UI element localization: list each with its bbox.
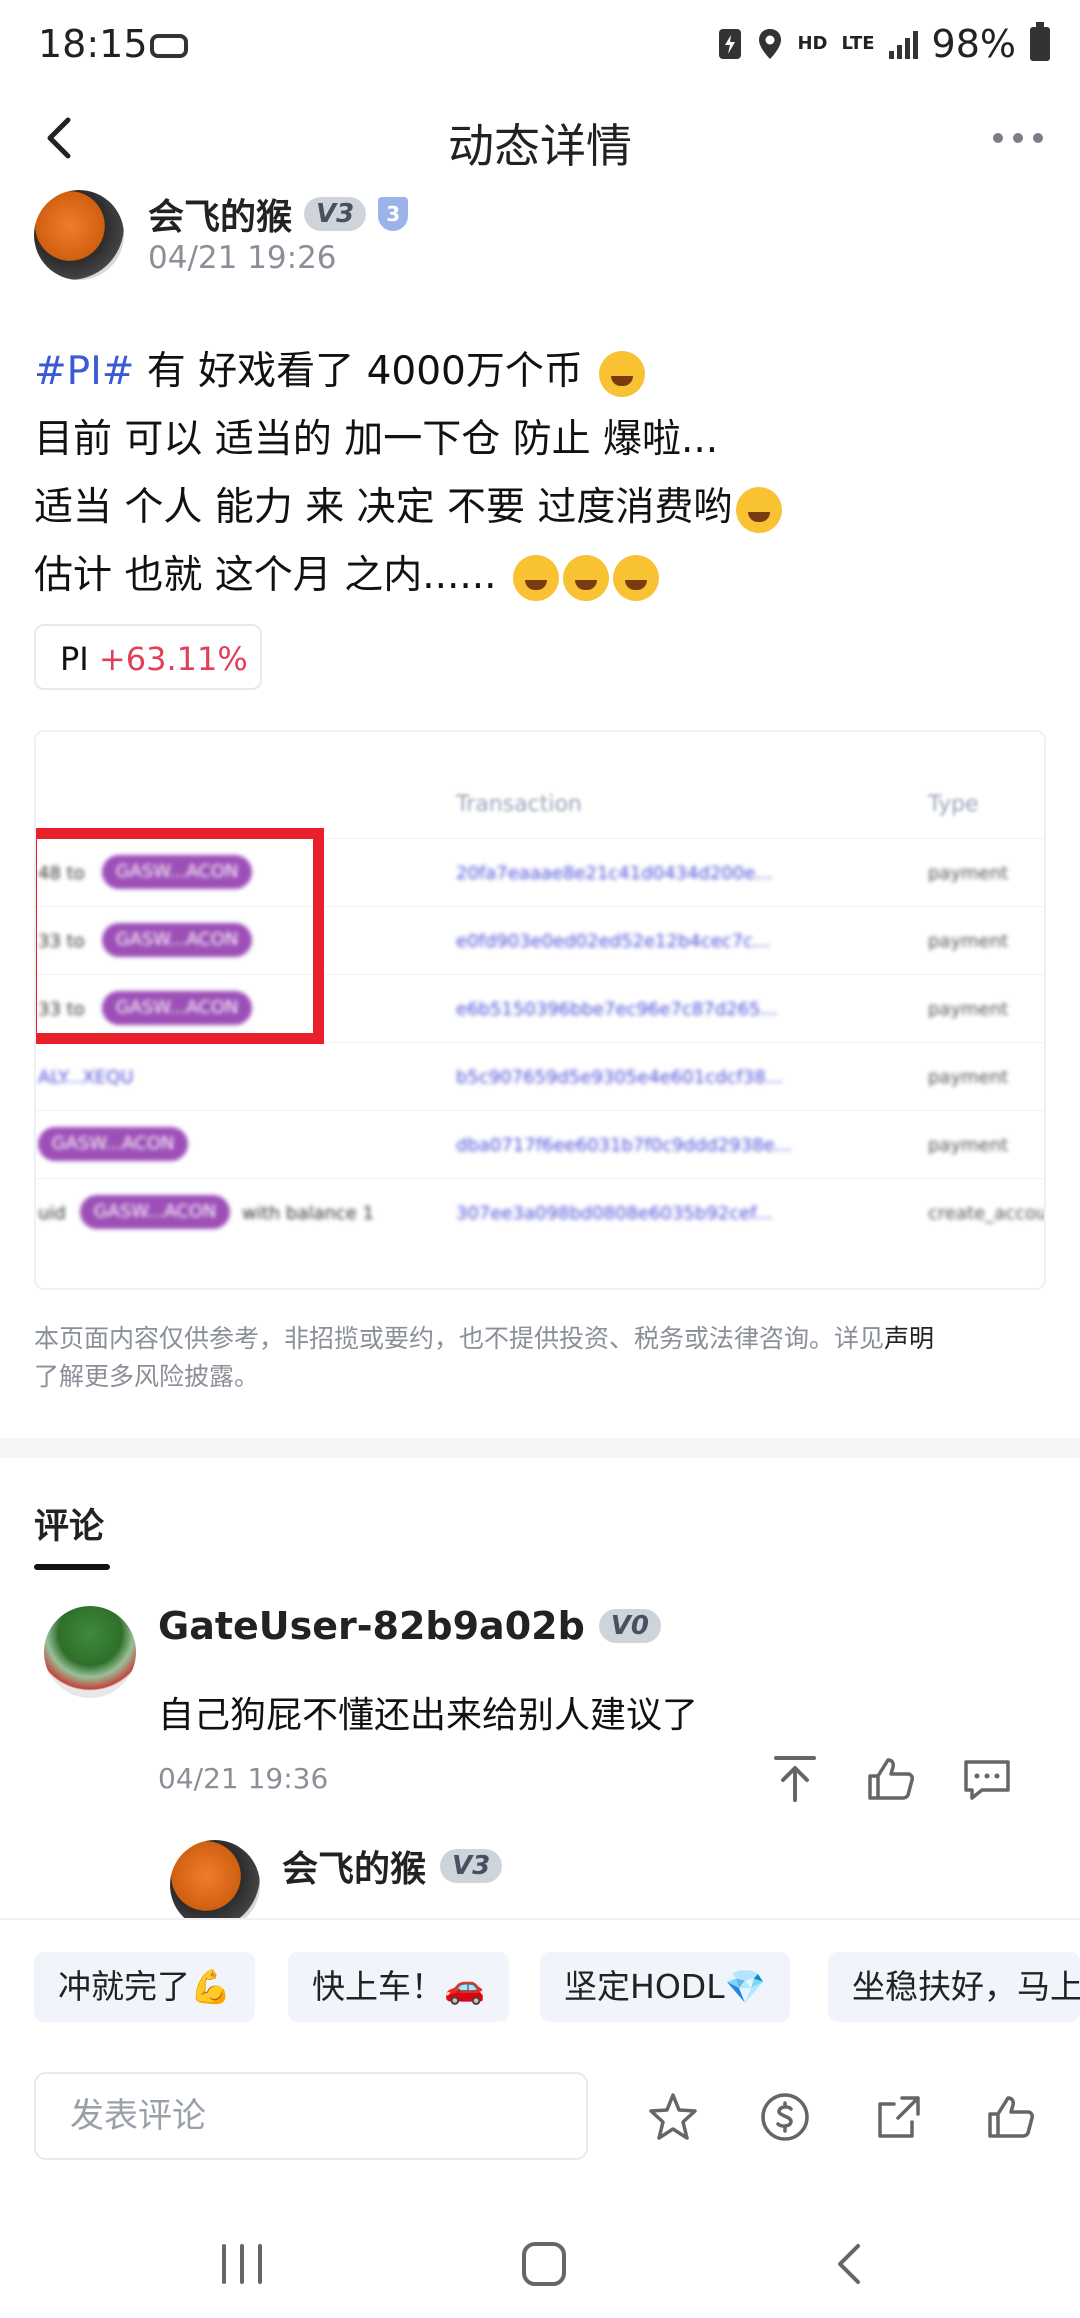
post-line-2: 目前 可以 适当的 加一下仓 防止 爆啦... — [34, 417, 719, 462]
reply-row: 会飞的猴 V3 — [282, 1840, 503, 1892]
location-icon — [759, 29, 782, 59]
more-options-icon[interactable] — [990, 128, 1046, 148]
hugging-emoji-icon — [562, 554, 609, 601]
reply-vip-badge: V3 — [440, 1849, 503, 1883]
comment-text: 自己狗屁不懂还出来给别人建议了 — [158, 1695, 699, 1736]
row-account-pill: GASW...ACON — [38, 1127, 188, 1161]
home-icon[interactable] — [516, 2240, 572, 2288]
disclaimer: 本页面内容仅供参考，非招揽或要约，也不提供投资、税务或法律咨询。详见声明 了解更… — [34, 1320, 1046, 1396]
commenter-avatar[interactable] — [44, 1606, 136, 1698]
system-nav-bar — [0, 2200, 1080, 2316]
post-line-3: 适当 个人 能力 来 决定 不要 过度消费哟 — [34, 476, 783, 533]
post-line-1: #PI# 有 好戏看了 4000万个币 — [34, 340, 646, 397]
author-name[interactable]: 会飞的猴 — [148, 188, 292, 240]
author-avatar[interactable] — [34, 190, 124, 280]
image-row: uid GASW...ACON with balance 1 307ee3a09… — [36, 1178, 1046, 1247]
coin-change: +63.11% — [98, 640, 248, 678]
highlight-box — [36, 828, 324, 1044]
tab-underline — [34, 1564, 110, 1570]
share-icon[interactable] — [872, 2090, 926, 2144]
row-hash: b5c907659d5e9305e4e601cdcf38... — [456, 1067, 783, 1088]
status-bar: 18:15 HD LTE 98% — [0, 0, 1080, 92]
commenter-name[interactable]: GateUser-82b9a02b — [158, 1604, 585, 1648]
reply-avatar[interactable] — [170, 1840, 260, 1930]
page-title: 动态详情 — [448, 119, 632, 173]
quick-reply-chip[interactable]: 快上车！🚗 — [288, 1952, 510, 2022]
recent-apps-icon[interactable] — [214, 2240, 270, 2288]
like-icon[interactable] — [864, 1752, 918, 1806]
post-line-4: 估计 也就 这个月 之内...... — [34, 544, 659, 601]
status-icons: HD LTE 98% — [717, 22, 1050, 66]
star-icon[interactable] — [646, 2090, 700, 2144]
reply-author-name[interactable]: 会飞的猴 — [282, 1840, 426, 1892]
quick-reply-chip[interactable]: 坐稳扶好，马上 — [828, 1952, 1080, 2022]
tears-of-joy-emoji-icon — [736, 486, 783, 533]
battery-saver-icon — [719, 29, 742, 59]
row-suffix: with balance 1 — [242, 1203, 374, 1224]
author-name-row: 会飞的猴 V3 3 — [148, 188, 409, 240]
post-image[interactable]: Transaction Type 48 to GASW...ACON 20fa7… — [34, 730, 1046, 1290]
disclaimer-tail: 了解更多风险披露。 — [34, 1362, 260, 1391]
row-type: payment — [928, 931, 1009, 952]
pin-top-icon[interactable] — [768, 1752, 822, 1806]
lte-indicator: LTE — [841, 33, 875, 54]
commenter-vip-badge: V0 — [598, 1609, 661, 1643]
post-text-3: 适当 个人 能力 来 决定 不要 过度消费哟 — [34, 485, 733, 530]
status-time: 18:15 — [38, 22, 148, 66]
post-text-4: 估计 也就 这个月 之内...... — [34, 553, 497, 598]
grinning-emoji-icon — [599, 350, 646, 397]
author-vip-badge: V3 — [304, 197, 367, 231]
author-level-badge: 3 — [378, 197, 409, 231]
quick-reply-chip[interactable]: 冲就完了💪 — [34, 1952, 256, 2022]
row-hash: dba0717f6ee6031b7f0c9ddd2938e... — [456, 1135, 792, 1156]
battery-icon — [1030, 22, 1050, 61]
row-account-pill: GASW...ACON — [80, 1195, 230, 1229]
row-hash: e0fd903e0ed02ed52e12b4cec7c... — [456, 931, 771, 952]
hugging-emoji-icon — [612, 554, 659, 601]
row-hash: 307ee3a098bd0808e6035b92cef... — [456, 1203, 773, 1224]
post-time: 04/21 19:26 — [148, 240, 337, 276]
battery-percent: 98% — [931, 22, 1016, 66]
signal-icon — [888, 29, 918, 59]
row-hash: 20fa7eaaae8e21c41d0434d200e... — [456, 863, 773, 884]
hashtag-link[interactable]: #PI# — [34, 349, 134, 394]
row-type: payment — [928, 1067, 1009, 1088]
image-header-transaction: Transaction — [456, 792, 582, 817]
disclaimer-text: 本页面内容仅供参考，非招揽或要约，也不提供投资、税务或法律咨询。详见 — [34, 1324, 885, 1353]
commenter-row: GateUser-82b9a02b V0 — [158, 1604, 661, 1648]
row-prefix: ALY...XEQU — [38, 1067, 134, 1088]
section-divider — [0, 1438, 1080, 1458]
image-row: ALY...XEQU b5c907659d5e9305e4e601cdcf38.… — [36, 1042, 1044, 1111]
row-type: payment — [928, 863, 1009, 884]
tab-comments[interactable]: 评论 — [34, 1498, 104, 1549]
quick-reply-chip[interactable]: 坚定HODL💎 — [540, 1952, 790, 2022]
tip-coin-icon[interactable] — [758, 2090, 812, 2144]
coin-symbol: PI — [60, 640, 89, 678]
row-type: payment — [928, 1135, 1009, 1156]
comment-input[interactable]: 发表评论 — [34, 2072, 588, 2160]
image-header-type: Type — [928, 792, 979, 817]
row-hash: e6b5150396bbe7ec96e7c87d265... — [456, 999, 778, 1020]
reply-icon[interactable] — [960, 1752, 1014, 1806]
voicemail-icon — [150, 34, 188, 58]
like-icon[interactable] — [984, 2090, 1038, 2144]
image-row: GASW...ACON dba0717f6ee6031b7f0c9ddd2938… — [36, 1110, 1044, 1179]
hugging-emoji-icon — [512, 554, 559, 601]
comment-time: 04/21 19:36 — [158, 1762, 329, 1795]
row-type: create_account — [928, 1203, 1046, 1224]
row-prefix: uid — [38, 1203, 66, 1224]
statement-link[interactable]: 声明 — [884, 1324, 934, 1353]
row-type: payment — [928, 999, 1009, 1020]
coin-chip[interactable]: PI +63.11% — [34, 624, 262, 690]
post-text-1: 有 好戏看了 4000万个币 — [134, 349, 583, 394]
system-back-icon[interactable] — [822, 2240, 878, 2288]
hd-indicator: HD — [797, 33, 828, 54]
